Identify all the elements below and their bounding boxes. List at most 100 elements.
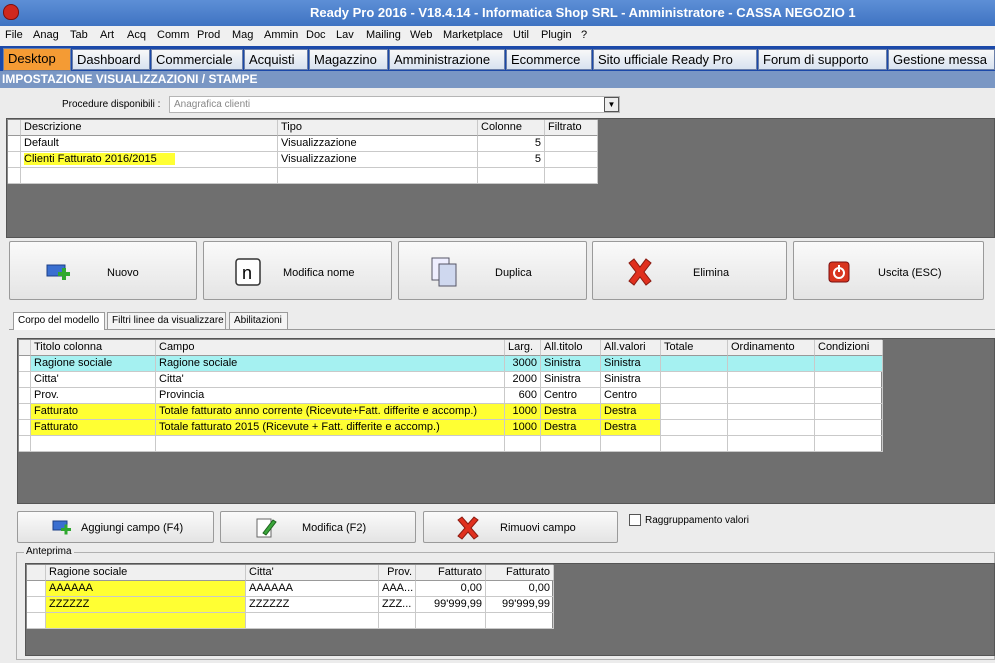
table-cell[interactable]: 1000 (505, 420, 541, 436)
table-cell[interactable] (661, 356, 728, 372)
table-row[interactable]: Fatturato (31, 420, 156, 436)
table-cell[interactable]: 2000 (505, 372, 541, 388)
table-cell[interactable]: Ragione sociale (156, 356, 505, 372)
fields-header-all-titolo[interactable]: All.titolo (541, 340, 601, 356)
menu-tab[interactable]: Tab (70, 29, 88, 41)
views-header-colonne[interactable]: Colonne (478, 120, 545, 136)
tab-ecommerce[interactable]: Ecommerce (506, 49, 592, 70)
table-cell[interactable] (728, 356, 815, 372)
table-cell[interactable]: Visualizzazione (278, 152, 478, 168)
fields-header-ordinamento[interactable]: Ordinamento (728, 340, 815, 356)
menu-marketplace[interactable]: Marketplace (443, 29, 503, 41)
table-cell[interactable]: Sinistra (541, 356, 601, 372)
table-row[interactable]: Default (21, 136, 278, 152)
table-cell[interactable]: Citta' (156, 372, 505, 388)
menu-art[interactable]: Art (100, 29, 114, 41)
table-cell[interactable] (815, 420, 883, 436)
subtab-abilitazioni[interactable]: Abilitazioni (229, 312, 288, 329)
views-header-tipo[interactable]: Tipo (278, 120, 478, 136)
subtab-filtri-linee[interactable]: Filtri linee da visualizzare (107, 312, 226, 329)
fields-header-campo[interactable]: Campo (156, 340, 505, 356)
table-cell[interactable]: Visualizzazione (278, 136, 478, 152)
table-cell[interactable]: Centro (541, 388, 601, 404)
table-cell[interactable]: 5 (478, 136, 545, 152)
menu-mailing[interactable]: Mailing (366, 29, 401, 41)
menu-util[interactable]: Util (513, 29, 529, 41)
table-cell[interactable]: 600 (505, 388, 541, 404)
modifica-campo-button[interactable]: Modifica (F2) (220, 511, 416, 543)
raggruppamento-checkbox[interactable] (629, 514, 641, 526)
menu-doc[interactable]: Doc (306, 29, 326, 41)
menu-plugin[interactable]: Plugin (541, 29, 572, 41)
tab-acquisti[interactable]: Acquisti (244, 49, 308, 70)
nuovo-button[interactable]: Nuovo (9, 241, 197, 300)
table-cell[interactable]: Totale fatturato 2015 (Ricevute + Fatt. … (156, 420, 505, 436)
menu-mag[interactable]: Mag (232, 29, 253, 41)
subtab-corpo-del-modello[interactable]: Corpo del modello (13, 312, 105, 330)
tab-magazzino[interactable]: Magazzino (309, 49, 388, 70)
menu-anag[interactable]: Anag (33, 29, 59, 41)
menu-help[interactable]: ? (581, 29, 587, 41)
table-cell[interactable] (661, 420, 728, 436)
table-cell[interactable] (661, 404, 728, 420)
table-cell[interactable] (545, 136, 598, 152)
table-cell[interactable] (545, 152, 598, 168)
menu-file[interactable]: File (5, 29, 23, 41)
table-cell[interactable]: Destra (541, 404, 601, 420)
tab-forum[interactable]: Forum di supporto (758, 49, 887, 70)
table-cell[interactable]: Sinistra (601, 372, 661, 388)
menu-prod[interactable]: Prod (197, 29, 220, 41)
table-cell[interactable] (728, 388, 815, 404)
table-row[interactable]: Prov. (31, 388, 156, 404)
fields-header-titolo[interactable]: Titolo colonna (31, 340, 156, 356)
elimina-button[interactable]: Elimina (592, 241, 787, 300)
tab-gestione-messa[interactable]: Gestione messa (888, 49, 995, 70)
fields-header-totale[interactable]: Totale (661, 340, 728, 356)
aggiungi-campo-button[interactable]: Aggiungi campo (F4) (17, 511, 214, 543)
table-cell[interactable] (815, 388, 883, 404)
table-cell[interactable]: Provincia (156, 388, 505, 404)
table-row[interactable]: Fatturato (31, 404, 156, 420)
table-cell[interactable]: Sinistra (601, 356, 661, 372)
fields-header-larg[interactable]: Larg. (505, 340, 541, 356)
table-cell[interactable]: Centro (601, 388, 661, 404)
table-cell[interactable] (728, 420, 815, 436)
menu-web[interactable]: Web (410, 29, 432, 41)
table-cell[interactable] (728, 372, 815, 388)
tab-sito-ufficiale[interactable]: Sito ufficiale Ready Pro (593, 49, 757, 70)
table-cell[interactable] (815, 356, 883, 372)
tab-commerciale[interactable]: Commerciale (151, 49, 243, 70)
duplica-button[interactable]: Duplica (398, 241, 587, 300)
table-cell[interactable]: Destra (601, 420, 661, 436)
rimuovi-campo-button[interactable]: Rimuovi campo (423, 511, 618, 543)
table-cell[interactable] (728, 404, 815, 420)
menu-lav[interactable]: Lav (336, 29, 354, 41)
table-cell[interactable] (815, 404, 883, 420)
tab-desktop[interactable]: Desktop (3, 48, 71, 71)
procedure-select[interactable]: Anagrafica clienti (169, 96, 620, 113)
views-header-filtrato[interactable]: Filtrato (545, 120, 598, 136)
table-row[interactable]: Citta' (31, 372, 156, 388)
table-cell[interactable]: 1000 (505, 404, 541, 420)
table-cell[interactable]: Sinistra (541, 372, 601, 388)
table-cell[interactable]: Totale fatturato anno corrente (Ricevute… (156, 404, 505, 420)
views-header-descrizione[interactable]: Descrizione (21, 120, 278, 136)
table-cell[interactable]: Destra (541, 420, 601, 436)
menu-ammin[interactable]: Ammin (264, 29, 298, 41)
table-cell[interactable] (815, 372, 883, 388)
table-cell[interactable]: 3000 (505, 356, 541, 372)
tab-amministrazione[interactable]: Amministrazione (389, 49, 505, 70)
fields-header-all-valori[interactable]: All.valori (601, 340, 661, 356)
fields-header-condizioni[interactable]: Condizioni (815, 340, 883, 356)
table-row[interactable]: Ragione sociale (31, 356, 156, 372)
modifica-nome-button[interactable]: n Modifica nome (203, 241, 392, 300)
table-cell[interactable] (661, 388, 728, 404)
table-cell[interactable]: 5 (478, 152, 545, 168)
tab-dashboard[interactable]: Dashboard (72, 49, 150, 70)
table-row[interactable]: Clienti Fatturato 2016/2015 (24, 153, 175, 165)
menu-comm[interactable]: Comm (157, 29, 189, 41)
table-cell[interactable]: Destra (601, 404, 661, 420)
menu-acq[interactable]: Acq (127, 29, 146, 41)
chevron-down-icon[interactable]: ▼ (604, 97, 619, 112)
uscita-button[interactable]: Uscita (ESC) (793, 241, 984, 300)
